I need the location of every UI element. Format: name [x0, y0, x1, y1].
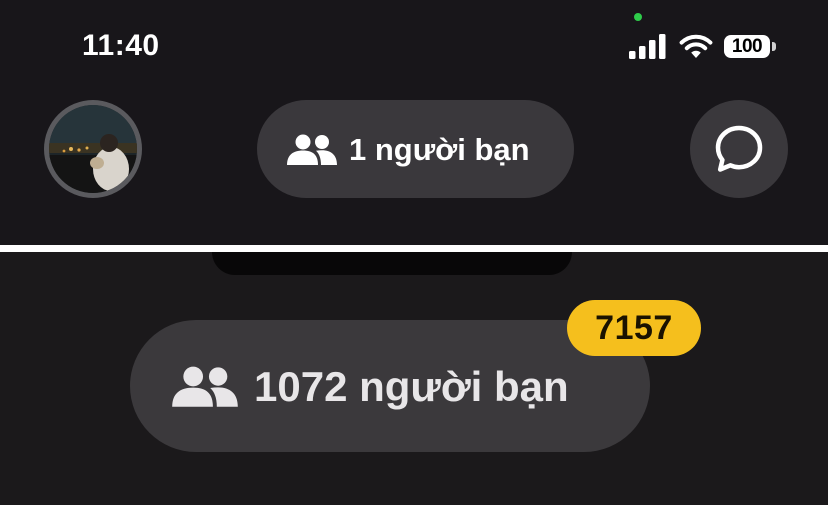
friend-request-badge: 7157 — [567, 300, 701, 356]
top-screenshot-panel: 11:40 100 1 người bạn — [0, 0, 828, 245]
bottom-screenshot-panel: 1072 người bạn 7157 — [0, 252, 828, 505]
camera-indicator-dot — [634, 13, 642, 21]
avatar-photo — [49, 105, 137, 193]
status-icons: 100 — [628, 34, 780, 60]
signal-bars-icon — [629, 34, 666, 59]
people-icon — [172, 366, 238, 407]
battery-icon: 100 — [724, 35, 770, 58]
friends-count-label: 1072 người bạn — [254, 363, 569, 410]
battery-cap — [772, 42, 776, 51]
people-icon — [287, 134, 337, 165]
wifi-icon — [679, 34, 713, 58]
status-time: 11:40 — [82, 29, 160, 62]
friends-button[interactable]: 1 người bạn — [257, 100, 574, 198]
dynamic-island — [212, 252, 572, 275]
avatar[interactable] — [44, 100, 142, 198]
chat-button[interactable] — [690, 100, 788, 198]
friends-count-label: 1 người bạn — [349, 132, 530, 167]
panel-divider — [0, 245, 828, 252]
chat-bubble-icon — [715, 125, 763, 172]
